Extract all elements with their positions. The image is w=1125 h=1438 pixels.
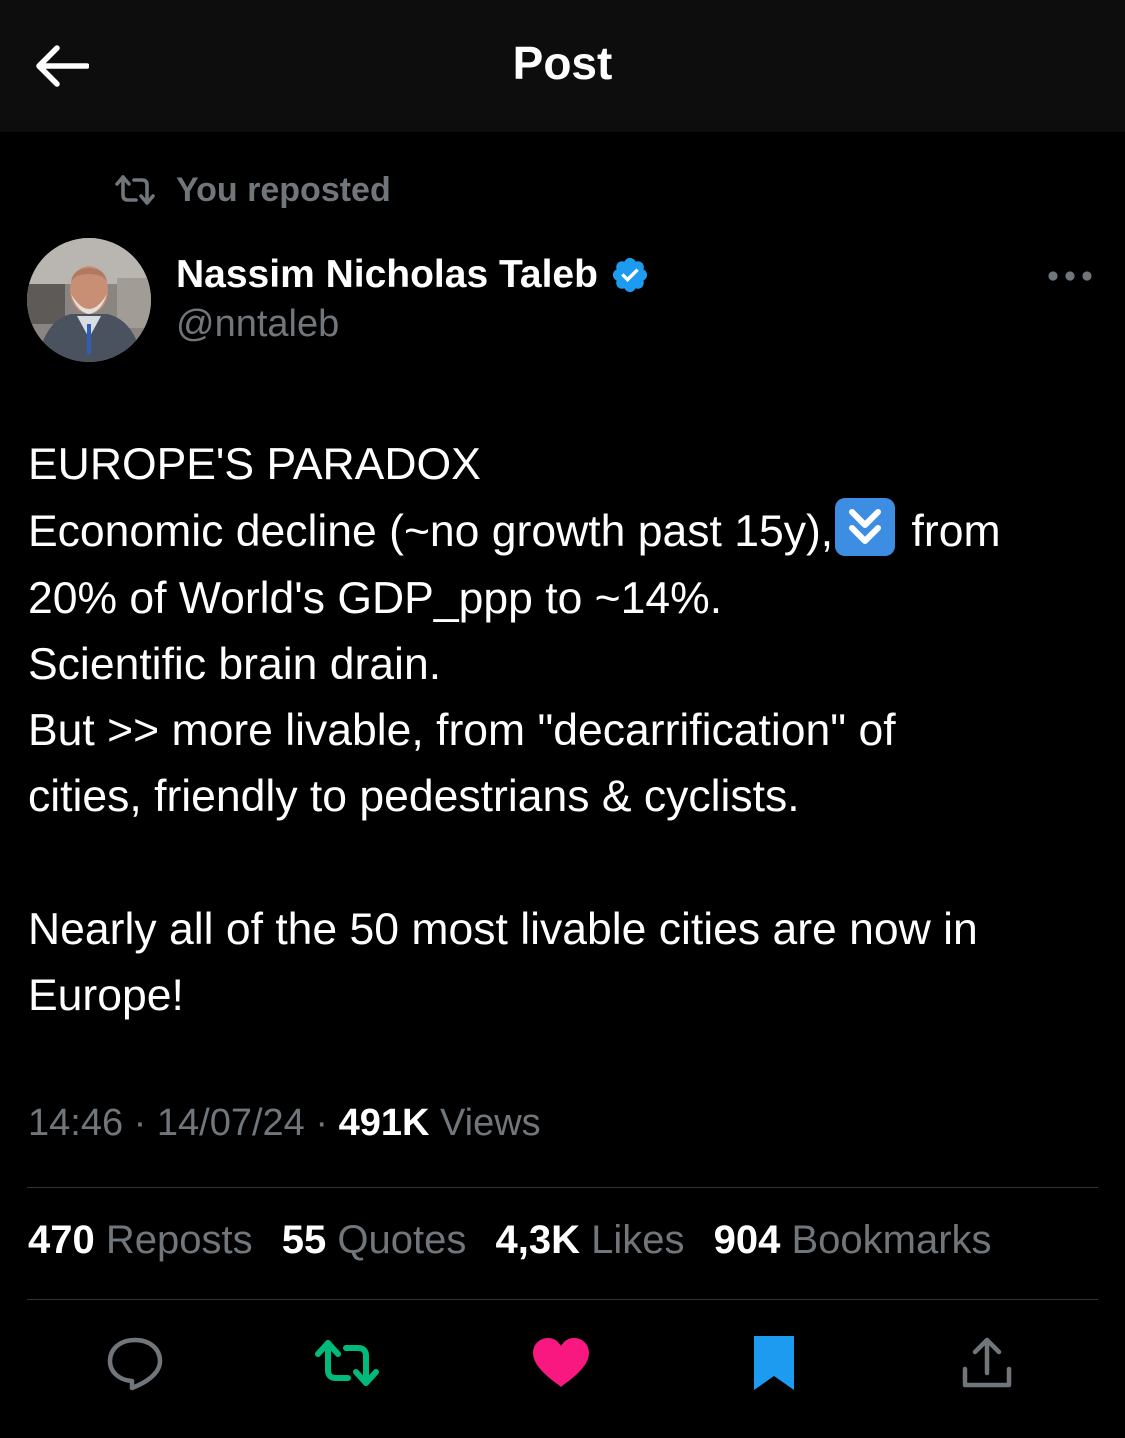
stat-label: Reposts [105,1218,253,1262]
reply-button[interactable] [100,1330,170,1396]
post-line: But >> more livable, from "decarrificati… [28,706,896,756]
divider [27,1187,1098,1188]
share-icon [962,1337,1012,1388]
reposts-stat[interactable]: 470 Reposts [28,1218,253,1262]
post-line: 20% of World's GDP_ppp to ~14%. [28,573,723,623]
share-button[interactable] [952,1330,1022,1396]
avatar[interactable] [27,238,151,362]
like-button[interactable] [526,1330,596,1396]
post-line-segment: Economic decline (~no growth past 15y), [28,507,834,557]
repost-icon [315,1340,379,1386]
post-line: Scientific brain drain. [28,639,442,689]
author-name[interactable]: Nassim Nicholas Taleb [176,253,598,297]
page-title: Post [512,37,613,89]
bookmark-icon [754,1336,794,1390]
top-bar: Post [0,0,1125,132]
post-line: cities, friendly to pedestrians & cyclis… [28,772,800,822]
repost-indicator: You reposted [114,168,391,212]
quotes-stat[interactable]: 55 Quotes [282,1218,467,1262]
reply-icon [107,1337,163,1391]
engagement-stats: 470 Reposts 55 Quotes 4,3K Likes 904 Boo… [28,1218,1010,1263]
author-name-row: Nassim Nicholas Taleb [176,250,650,300]
views-count[interactable]: 491K [339,1102,430,1144]
bookmarks-stat[interactable]: 904 Bookmarks [714,1218,992,1262]
post-line: Europe! [28,971,184,1021]
post-text: EUROPE'S PARADOX Economic decline (~no g… [28,432,1108,1030]
divider [27,1299,1098,1300]
post-date: 14/07/24 [156,1102,305,1144]
bookmark-button[interactable] [739,1330,809,1396]
meta-separator: · [315,1102,329,1144]
double-down-arrow-emoji [835,498,896,557]
stat-count: 4,3K [495,1218,580,1262]
views-label[interactable]: Views [440,1102,541,1144]
stat-label: Quotes [337,1218,467,1262]
likes-stat[interactable]: 4,3K Likes [495,1218,684,1262]
verified-badge-icon [610,255,650,295]
repost-label: You reposted [176,170,391,209]
heart-icon [533,1338,589,1387]
post-line: Nearly all of the 50 most livable cities… [28,905,978,955]
post-meta: 14:46 · 14/07/24 · 491K Views [28,1102,541,1145]
stat-count: 904 [713,1218,781,1262]
post-line-segment: from [911,507,1001,557]
author-photo [27,238,151,362]
post-line: EUROPE'S PARADOX [28,440,481,489]
post-time: 14:46 [28,1102,124,1144]
stat-label: Likes [591,1218,685,1262]
author-handle[interactable]: @nntaleb [176,303,339,346]
repost-button[interactable] [312,1330,382,1396]
stat-label: Bookmarks [791,1218,992,1262]
meta-separator: · [133,1102,147,1144]
post-line: Economic decline (~no growth past 15y), … [28,498,1108,565]
more-horizontal-icon [1048,271,1092,281]
stat-count: 470 [28,1218,95,1262]
stat-count: 55 [281,1218,327,1262]
more-options-button[interactable] [1040,256,1100,296]
repost-icon [115,175,155,205]
